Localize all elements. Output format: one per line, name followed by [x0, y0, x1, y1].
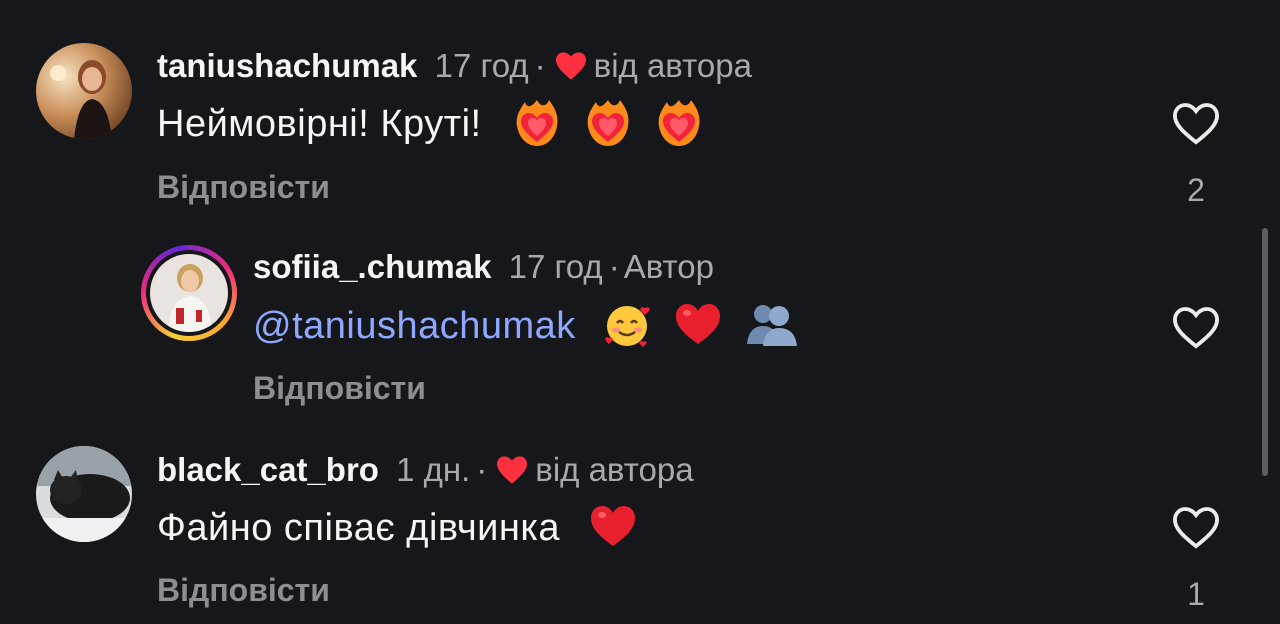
comment-meta: sofiia_.chumak 17 год · Автор: [253, 247, 714, 287]
mention-link[interactable]: @taniushachumak: [253, 305, 576, 347]
like-count: 2: [1187, 172, 1205, 208]
timestamp: 1 дн.: [396, 451, 471, 488]
username[interactable]: sofiia_.chumak: [253, 248, 491, 285]
like-heart-icon[interactable]: [1170, 100, 1222, 146]
heart-icon: [555, 52, 586, 80]
like-heart-icon[interactable]: [1170, 304, 1222, 350]
avatar-image: [150, 254, 228, 332]
heart-on-fire-icon: [587, 100, 629, 146]
reply-button[interactable]: Відповісти: [157, 167, 330, 207]
comment-meta: black_cat_bro 1 дн. · від автора: [157, 450, 694, 490]
like-count: 1: [1187, 576, 1205, 612]
separator: ·: [534, 47, 546, 84]
comment-text: Неймовірні! Круті!: [157, 100, 705, 152]
heart-icon: [497, 456, 528, 484]
avatar-story-ring[interactable]: [141, 245, 237, 341]
avatar[interactable]: [36, 43, 132, 139]
busts-in-silhouette-icon: [747, 305, 797, 346]
comment-body: Файно співає дівчинка: [157, 507, 560, 550]
separator: ·: [608, 248, 620, 285]
heart-on-fire-icon: [516, 100, 558, 146]
comment-item: black_cat_bro 1 дн. · від автора Файно спі…: [0, 430, 1280, 624]
liked-by-author-label: від автора: [593, 47, 752, 84]
like-heart-icon[interactable]: [1170, 504, 1222, 550]
avatar-image: [36, 43, 132, 139]
separator: ·: [476, 451, 488, 488]
avatar: [150, 254, 228, 332]
timestamp: 17 год: [434, 47, 529, 84]
reply-button[interactable]: Відповісти: [253, 368, 426, 408]
comment-text: @taniushachumak: [253, 302, 799, 354]
comment-meta: taniushachumak 17 год · від автора: [157, 46, 752, 86]
avatar[interactable]: [36, 446, 132, 542]
comment-reply-item: sofiia_.chumak 17 год · Автор @taniushachu…: [0, 230, 1280, 430]
username[interactable]: taniushachumak: [157, 47, 417, 84]
comment-text: Файно співає дівчинка: [157, 504, 639, 556]
comment-body: Неймовірні! Круті!: [157, 103, 482, 146]
comment-item: taniushachumak 17 год · від автора Неймові…: [0, 0, 1280, 230]
smiling-face-with-hearts-icon: [605, 306, 650, 347]
heart-on-fire-icon: [658, 100, 700, 146]
liked-by-author-label: від автора: [535, 451, 694, 488]
red-heart-icon: [591, 506, 636, 546]
avatar-image: [36, 446, 132, 542]
timestamp: 17 год: [508, 248, 603, 285]
author-label: Автор: [623, 248, 714, 285]
scrollbar[interactable]: [1262, 228, 1268, 476]
username[interactable]: black_cat_bro: [157, 451, 379, 488]
reply-button[interactable]: Відповісти: [157, 570, 330, 610]
red-heart-icon: [675, 304, 720, 344]
